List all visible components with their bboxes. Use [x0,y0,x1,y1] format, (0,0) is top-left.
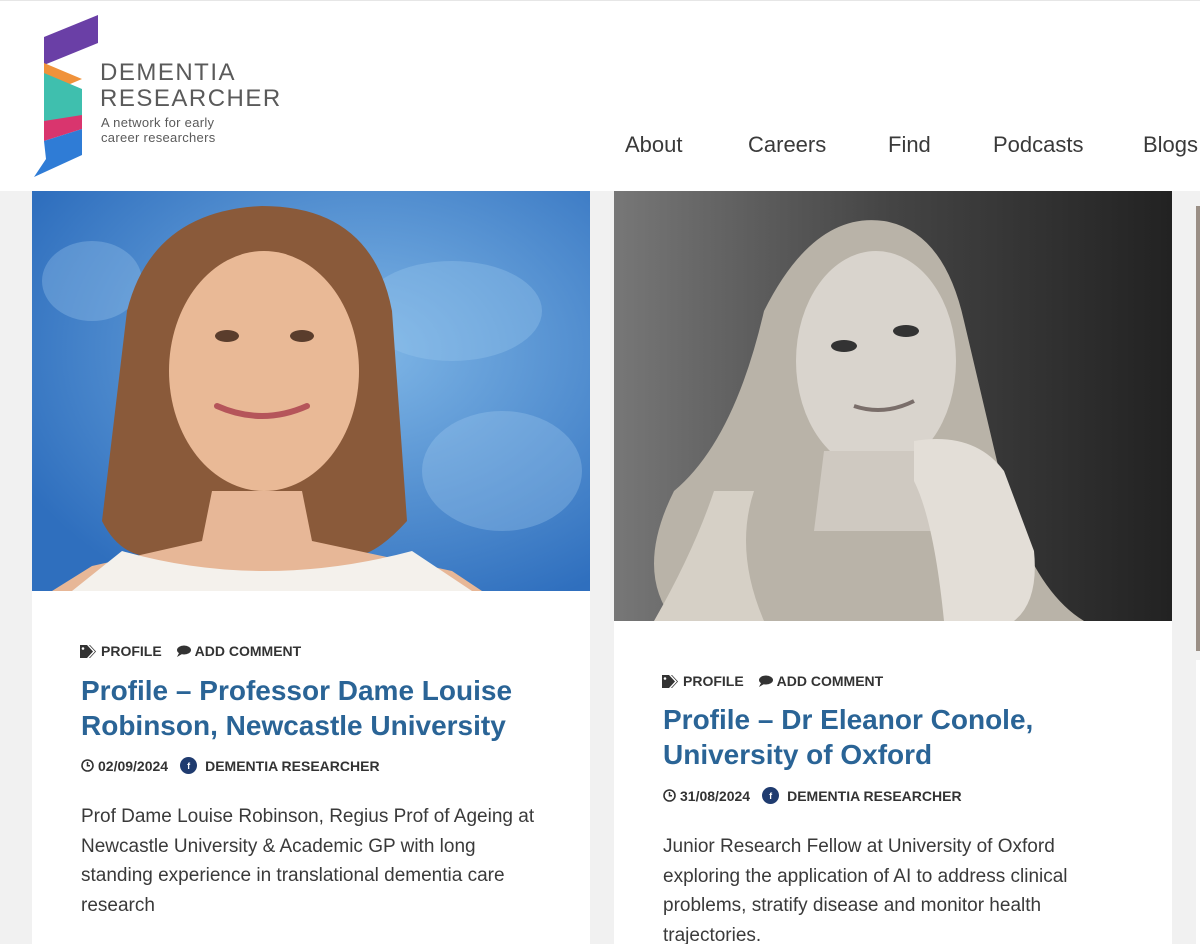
category-label: PROFILE [101,643,162,659]
post-excerpt: Junior Research Fellow at University of … [663,836,1068,944]
add-comment-label: ADD COMMENT [776,673,884,689]
post-author-link[interactable]: f DEMENTIA RESEARCHER [762,787,962,804]
comment-icon [758,675,773,687]
add-comment-link[interactable]: ADD COMMENT [176,643,302,659]
nav-item-find[interactable]: Find [888,132,931,158]
clock-icon [663,789,676,802]
logo-tagline-line1: A network for early [101,115,215,130]
nav-item-careers[interactable]: Careers [748,132,826,158]
post-card-partial[interactable] [1196,206,1200,651]
main-nav: About Careers Find Podcasts Blogs [0,132,1200,162]
post-title[interactable]: Profile – Dr Eleanor Conole, University … [663,702,1133,772]
post-thumbnail-robinson[interactable] [32,191,590,591]
nav-item-blogs[interactable]: Blogs [1143,132,1198,158]
clock-icon [81,759,94,772]
post-thumbnail-conole[interactable] [614,191,1172,621]
nav-item-podcasts[interactable]: Podcasts [993,132,1084,158]
tag-icon [662,674,678,688]
post-meta: PROFILE ADD COMMENT [662,673,883,689]
portrait-image [614,191,1172,621]
comment-icon [176,645,191,657]
post-date: 31/08/2024 [663,788,750,804]
logo-name-line2: RESEARCHER [100,85,282,112]
post-author-link[interactable]: f DEMENTIA RESEARCHER [180,757,380,774]
author-avatar-icon: f [180,757,198,774]
portrait-image [32,191,590,591]
nav-item-about[interactable]: About [625,132,683,158]
post-meta: PROFILE ADD COMMENT [80,643,301,659]
post-byline: 31/08/2024 f DEMENTIA RESEARCHER [663,787,962,804]
logo-name-line1: DEMENTIA [100,59,237,86]
post-author-name: DEMENTIA RESEARCHER [205,757,380,774]
tag-icon [80,644,96,658]
author-avatar-icon: f [762,787,780,804]
post-date-text: 02/09/2024 [98,757,169,774]
post-author-name: DEMENTIA RESEARCHER [787,787,962,804]
post-card-conole: PROFILE ADD COMMENT Profile – Dr Eleanor… [614,191,1172,944]
add-comment-link[interactable]: ADD COMMENT [758,673,884,689]
post-excerpt: Prof Dame Louise Robinson, Regius Prof o… [81,806,535,916]
category-link[interactable]: PROFILE [80,643,162,659]
post-date-text: 31/08/2024 [680,787,751,804]
category-label: PROFILE [683,673,744,689]
post-byline: 02/09/2024 f DEMENTIA RESEARCHER [81,757,380,774]
post-card-robinson: PROFILE ADD COMMENT Profile – Professor … [32,191,590,944]
category-link[interactable]: PROFILE [662,673,744,689]
add-comment-label: ADD COMMENT [194,643,302,659]
post-date: 02/09/2024 [81,758,168,774]
post-title[interactable]: Profile – Professor Dame Louise Robinson… [81,673,551,743]
post-card-partial-body [1196,660,1200,944]
site-header: DEMENTIA RESEARCHER A network for early … [0,0,1200,191]
